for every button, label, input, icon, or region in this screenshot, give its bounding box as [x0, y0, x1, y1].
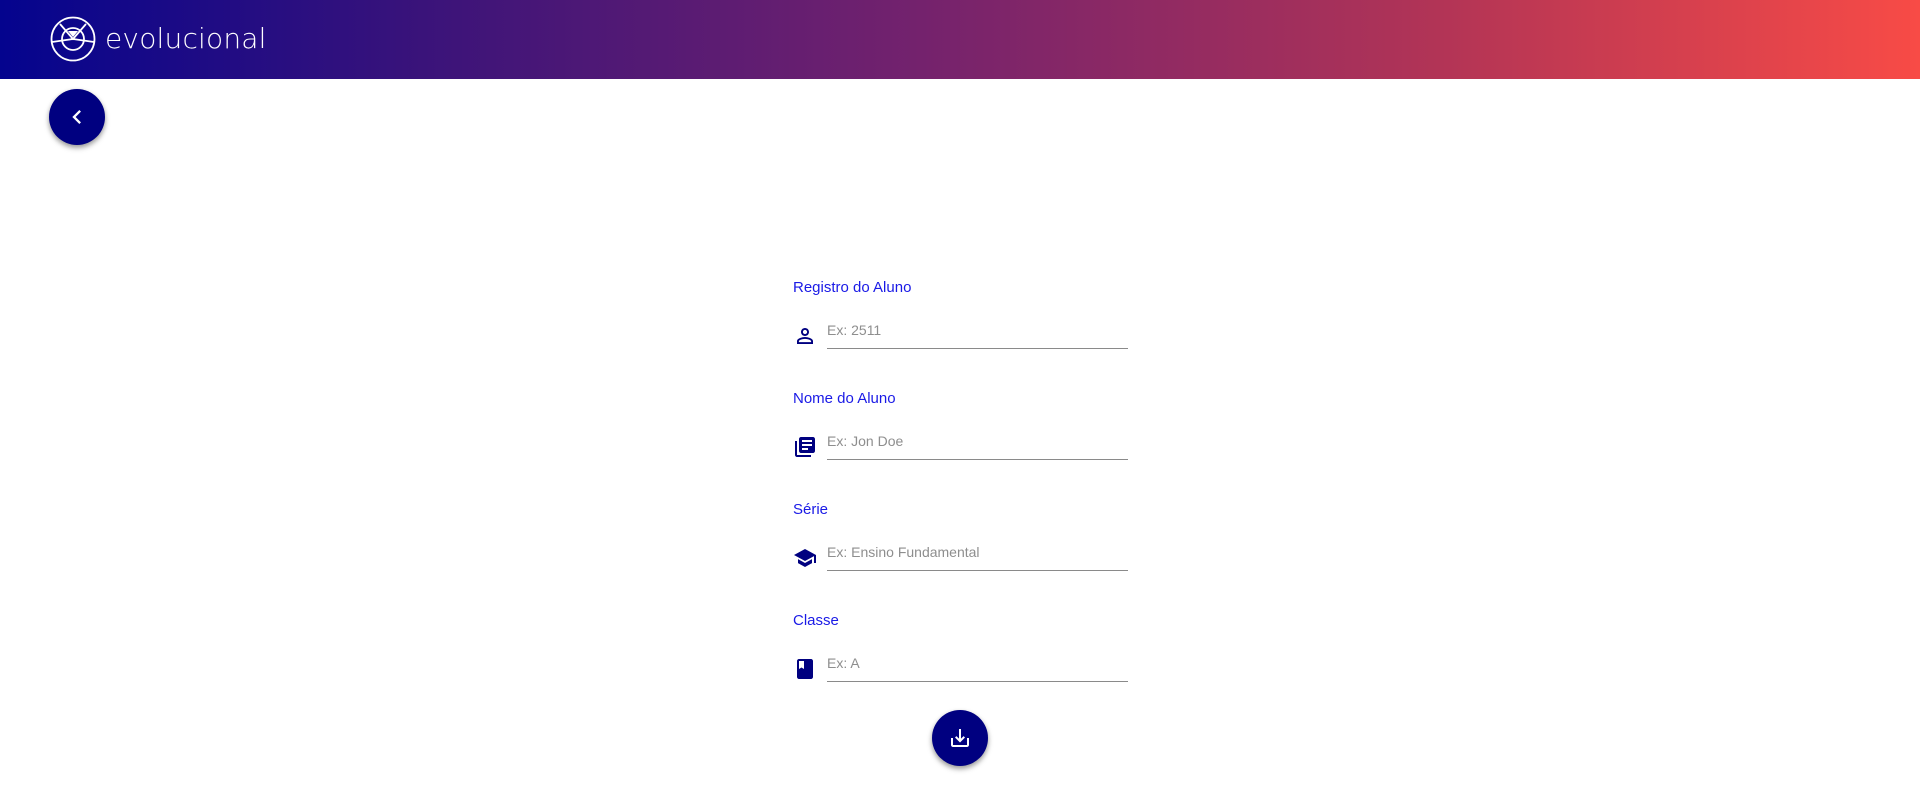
- library-books-icon: [793, 435, 817, 459]
- field-label-classe: Classe: [793, 612, 839, 629]
- field-registro: Registro do Aluno: [793, 270, 1128, 381]
- chevron-left-icon: [72, 110, 81, 124]
- serie-input[interactable]: [827, 537, 1128, 571]
- nome-input[interactable]: [827, 426, 1128, 460]
- student-form: Registro do Aluno Nome do Aluno Série Cl…: [793, 270, 1128, 714]
- download-icon: [951, 729, 969, 747]
- field-label-serie: Série: [793, 501, 829, 518]
- top-bar: evolucional: [0, 0, 1920, 79]
- registro-input[interactable]: [827, 315, 1128, 349]
- field-label-nome: Nome do Aluno: [793, 390, 896, 407]
- back-button[interactable]: [49, 89, 105, 145]
- field-nome: Nome do Aluno: [793, 381, 1128, 492]
- brand-name: evolucional: [105, 22, 267, 55]
- field-serie: Série: [793, 492, 1128, 603]
- field-label-registro: Registro do Aluno: [793, 279, 912, 296]
- brand[interactable]: evolucional: [49, 15, 267, 63]
- graduation-cap-icon: [793, 546, 817, 570]
- person-icon: [793, 324, 817, 348]
- classe-input[interactable]: [827, 648, 1128, 682]
- book-icon: [793, 657, 817, 681]
- field-classe: Classe: [793, 603, 1128, 714]
- evolucional-logo-icon: [50, 16, 96, 62]
- download-button[interactable]: [932, 710, 988, 766]
